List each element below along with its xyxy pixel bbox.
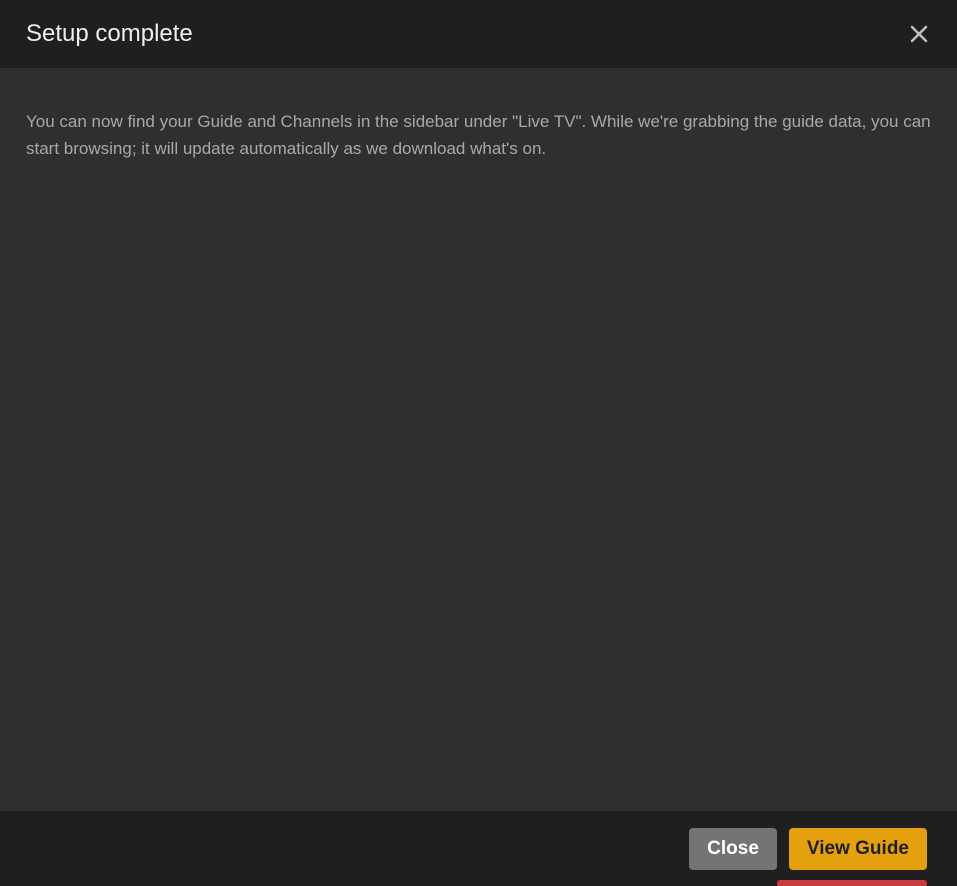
body-text: You can now find your Guide and Channels… (26, 108, 931, 162)
dialog-title: Setup complete (26, 20, 193, 48)
close-icon[interactable] (907, 22, 931, 46)
dialog-body: You can now find your Guide and Channels… (0, 68, 957, 811)
close-button[interactable]: Close (689, 828, 777, 870)
dialog-footer: Close View Guide (0, 811, 957, 886)
view-guide-button[interactable]: View Guide (789, 828, 927, 870)
accent-strip (777, 880, 927, 886)
dialog-header: Setup complete (0, 0, 957, 68)
